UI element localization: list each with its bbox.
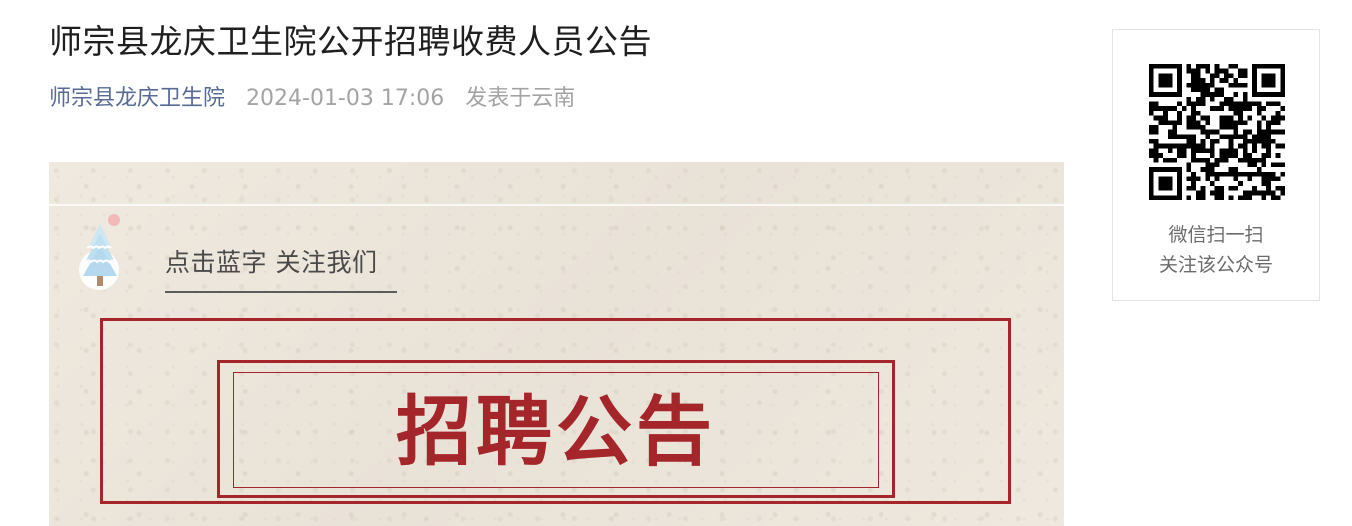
article-meta: 师宗县龙庆卫生院 2024-01-03 17:06 发表于云南 — [49, 82, 575, 116]
qr-code-icon — [1149, 64, 1285, 200]
decorative-divider — [49, 204, 1064, 206]
follow-underline — [165, 291, 397, 293]
recruitment-headline: 招聘公告 — [396, 387, 716, 476]
qr-caption-scan: 微信扫一扫 — [1168, 224, 1264, 246]
follow-prompt[interactable]: 点击蓝字 关注我们 — [165, 246, 377, 280]
qr-follow-card: 微信扫一扫 关注该公众号 — [1112, 29, 1320, 301]
author-link[interactable]: 师宗县龙庆卫生院 — [49, 86, 225, 111]
publish-location: 发表于云南 — [465, 86, 576, 111]
article-title: 师宗县龙庆卫生院公开招聘收费人员公告 — [49, 22, 652, 61]
publish-date: 2024-01-03 17:06 — [246, 86, 445, 111]
article-content: 点击蓝字 关注我们 招聘公告 — [49, 162, 1064, 526]
snowy-tree-icon — [79, 214, 120, 290]
qr-caption-follow: 关注该公众号 — [1158, 254, 1273, 276]
